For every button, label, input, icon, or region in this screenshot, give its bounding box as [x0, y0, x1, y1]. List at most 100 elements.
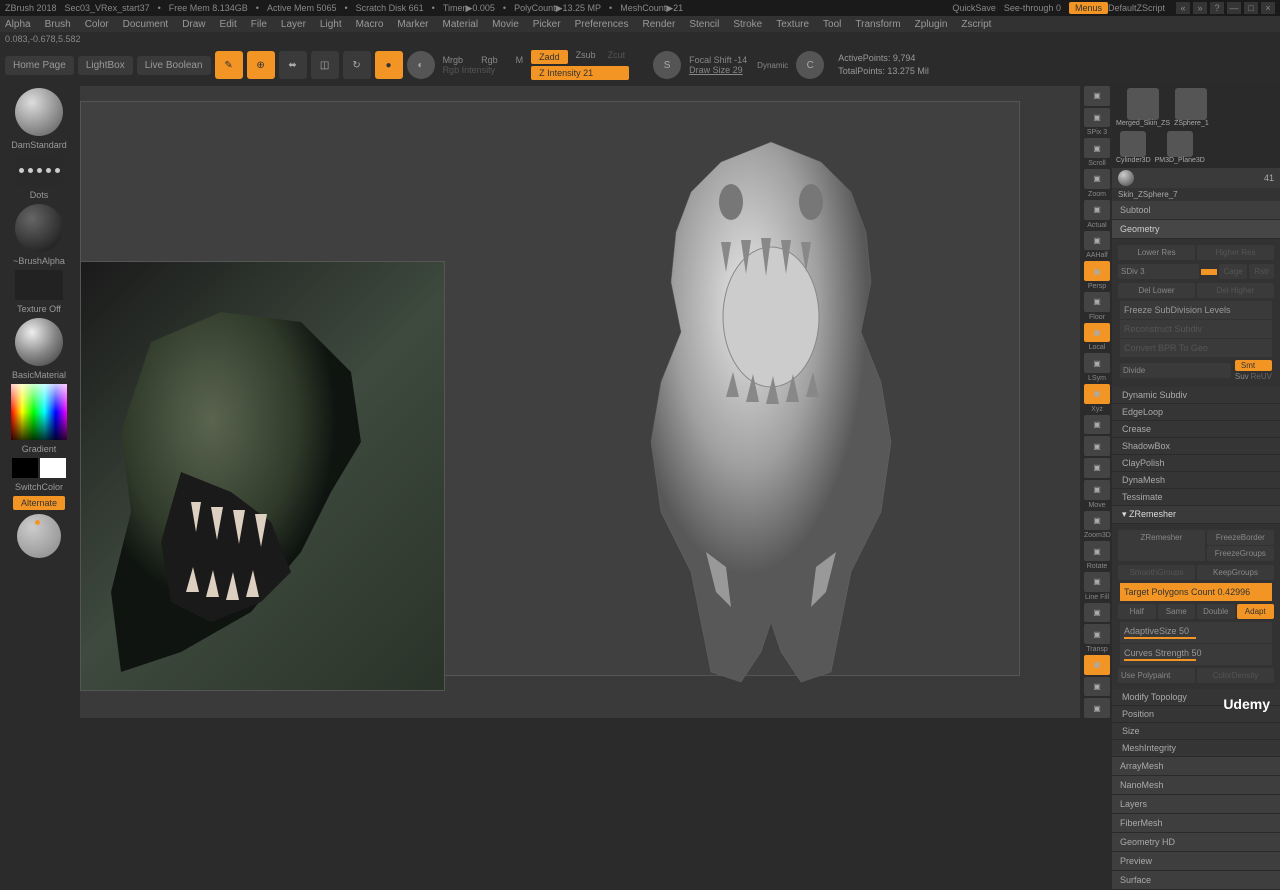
sub-dynamic-subdiv[interactable]: Dynamic Subdiv — [1112, 387, 1280, 404]
aahalf-icon[interactable]: ▣ — [1084, 231, 1110, 251]
persp-icon[interactable]: ▣ — [1084, 261, 1110, 281]
adapt-toggle[interactable]: Adapt — [1237, 604, 1275, 619]
section-surface[interactable]: Surface — [1112, 871, 1280, 890]
liveboolean-button[interactable]: Live Boolean — [137, 56, 211, 75]
canvas[interactable] — [80, 86, 1080, 718]
xyz2-icon[interactable]: ▣ — [1084, 458, 1110, 478]
colordensity-slider[interactable]: ColorDensity — [1197, 668, 1274, 683]
color-picker[interactable] — [11, 384, 67, 440]
menu-transform[interactable]: Transform — [855, 19, 900, 30]
polyf-icon[interactable]: ▣ — [1084, 603, 1110, 623]
freeze-subdiv-button[interactable]: Freeze SubDivision Levels — [1120, 301, 1272, 319]
brush-preview-icon[interactable] — [15, 88, 63, 136]
mrgb-toggle[interactable]: Mrgb — [443, 55, 464, 65]
z-intensity-slider[interactable]: Z Intensity 21 — [531, 66, 629, 80]
draw-size-slider[interactable]: Draw Size 29 — [689, 65, 747, 75]
divide-button[interactable]: Divide — [1120, 363, 1231, 378]
menu-render[interactable]: Render — [643, 19, 676, 30]
sub-shadowbox[interactable]: ShadowBox — [1112, 438, 1280, 455]
solo-icon[interactable]: ▣ — [1084, 677, 1110, 697]
actual-icon[interactable]: ▣ — [1084, 200, 1110, 220]
menus-button[interactable]: Menus — [1069, 2, 1108, 14]
linefill-icon[interactable]: ▣ — [1084, 572, 1110, 592]
menu-texture[interactable]: Texture — [776, 19, 809, 30]
menu-document[interactable]: Document — [123, 19, 169, 30]
section-arraymesh[interactable]: ArrayMesh — [1112, 757, 1280, 776]
minimize-icon[interactable]: — — [1227, 2, 1241, 14]
rgb-intensity-slider[interactable]: Rgb Intensity — [443, 65, 524, 75]
sub-tessimate[interactable]: Tessimate — [1112, 489, 1280, 506]
menu-zplugin[interactable]: Zplugin — [915, 19, 948, 30]
menu-stencil[interactable]: Stencil — [689, 19, 719, 30]
sub-crease[interactable]: Crease — [1112, 421, 1280, 438]
double-button[interactable]: Double — [1197, 604, 1235, 619]
menu-marker[interactable]: Marker — [397, 19, 428, 30]
preview-sphere-icon[interactable] — [17, 514, 61, 558]
scroll-icon[interactable]: ▣ — [1084, 138, 1110, 158]
section-fibermesh[interactable]: FiberMesh — [1112, 814, 1280, 833]
rotate-tool-icon[interactable]: ↻ — [343, 51, 371, 79]
move-icon[interactable]: ▣ — [1084, 480, 1110, 500]
cage-toggle[interactable]: Cage — [1219, 264, 1247, 279]
frame-icon[interactable]: ▣ — [1084, 436, 1110, 456]
menu-color[interactable]: Color — [85, 19, 109, 30]
menu-preferences[interactable]: Preferences — [575, 19, 629, 30]
sub-zremesher[interactable]: ▾ ZRemesher — [1112, 506, 1280, 524]
alternate-button[interactable]: Alternate — [13, 496, 65, 510]
switchcolor-button[interactable]: SwitchColor — [15, 482, 63, 492]
menu-brush[interactable]: Brush — [45, 19, 71, 30]
nav-fwd-icon[interactable]: » — [1193, 2, 1207, 14]
xpose2-icon[interactable]: ▣ — [1084, 698, 1110, 718]
freezegroups-toggle[interactable]: FreezeGroups — [1207, 546, 1274, 561]
spix-icon[interactable]: ▣ — [1084, 108, 1110, 128]
menu-layer[interactable]: Layer — [281, 19, 306, 30]
menu-picker[interactable]: Picker — [533, 19, 561, 30]
zremesher-button[interactable]: ZRemesher — [1118, 530, 1205, 561]
section-nanomesh[interactable]: NanoMesh — [1112, 776, 1280, 795]
menu-material[interactable]: Material — [443, 19, 479, 30]
dynamic-toggle[interactable]: Dynamic — [757, 61, 788, 70]
sub-meshintegrity[interactable]: MeshIntegrity — [1112, 740, 1280, 757]
section-geometryhd[interactable]: Geometry HD — [1112, 833, 1280, 852]
help-icon[interactable]: ? — [1210, 2, 1224, 14]
maximize-icon[interactable]: □ — [1244, 2, 1258, 14]
alpha-preview-icon[interactable] — [15, 204, 63, 252]
s-dial-icon[interactable]: S — [653, 51, 681, 79]
tool-thumb-cylinder[interactable] — [1120, 131, 1146, 157]
sub-edgeloop[interactable]: EdgeLoop — [1112, 404, 1280, 421]
menu-light[interactable]: Light — [320, 19, 342, 30]
sub-size[interactable]: Size — [1112, 723, 1280, 740]
lsym-icon[interactable]: ▣ — [1084, 353, 1110, 373]
c-dial-icon[interactable]: C — [796, 51, 824, 79]
sdiv-slider[interactable]: SDiv 3 — [1118, 264, 1199, 279]
scale-tool-icon[interactable]: ◫ — [311, 51, 339, 79]
close-icon[interactable]: × — [1261, 2, 1275, 14]
menu-file[interactable]: File — [251, 19, 267, 30]
tool-thumb-merged[interactable] — [1127, 88, 1159, 120]
bpr-icon[interactable]: ▣ — [1084, 86, 1110, 106]
keepgroups-toggle[interactable]: KeepGroups — [1197, 565, 1274, 580]
section-preview[interactable]: Preview — [1112, 852, 1280, 871]
draw-icon[interactable]: ⊕ — [247, 51, 275, 79]
rotate-icon[interactable]: ▣ — [1084, 541, 1110, 561]
suv-toggle[interactable]: Suv — [1235, 372, 1249, 381]
reconstruct-button[interactable]: Reconstruct Subdiv — [1120, 320, 1272, 338]
rstr-toggle[interactable]: Rstr — [1249, 264, 1274, 279]
menu-edit[interactable]: Edit — [220, 19, 237, 30]
zoom3d-icon[interactable]: ▣ — [1084, 511, 1110, 531]
ghost-icon[interactable]: ▣ — [1084, 655, 1110, 675]
sub-dynamesh[interactable]: DynaMesh — [1112, 472, 1280, 489]
higher-res-button[interactable]: Higher Res — [1197, 245, 1274, 260]
zsub-toggle[interactable]: Zsub — [576, 50, 596, 64]
m-toggle[interactable]: M — [516, 55, 524, 65]
focal-shift-slider[interactable]: Focal Shift -14 — [689, 55, 747, 65]
convert-bpr-button[interactable]: Convert BPR To Geo — [1120, 339, 1272, 357]
target-polygons-slider[interactable]: Target Polygons Count 0.42996 — [1120, 583, 1272, 601]
use-polypaint-toggle[interactable]: Use Polypaint — [1118, 668, 1195, 683]
del-higher-button[interactable]: Del Higher — [1197, 283, 1274, 298]
section-geometry[interactable]: Geometry — [1112, 220, 1280, 239]
local-icon[interactable]: ▣ — [1084, 323, 1110, 343]
rgb-toggle[interactable]: Rgb — [481, 55, 498, 65]
texture-slot-icon[interactable] — [15, 270, 63, 300]
lower-res-button[interactable]: Lower Res — [1118, 245, 1195, 260]
